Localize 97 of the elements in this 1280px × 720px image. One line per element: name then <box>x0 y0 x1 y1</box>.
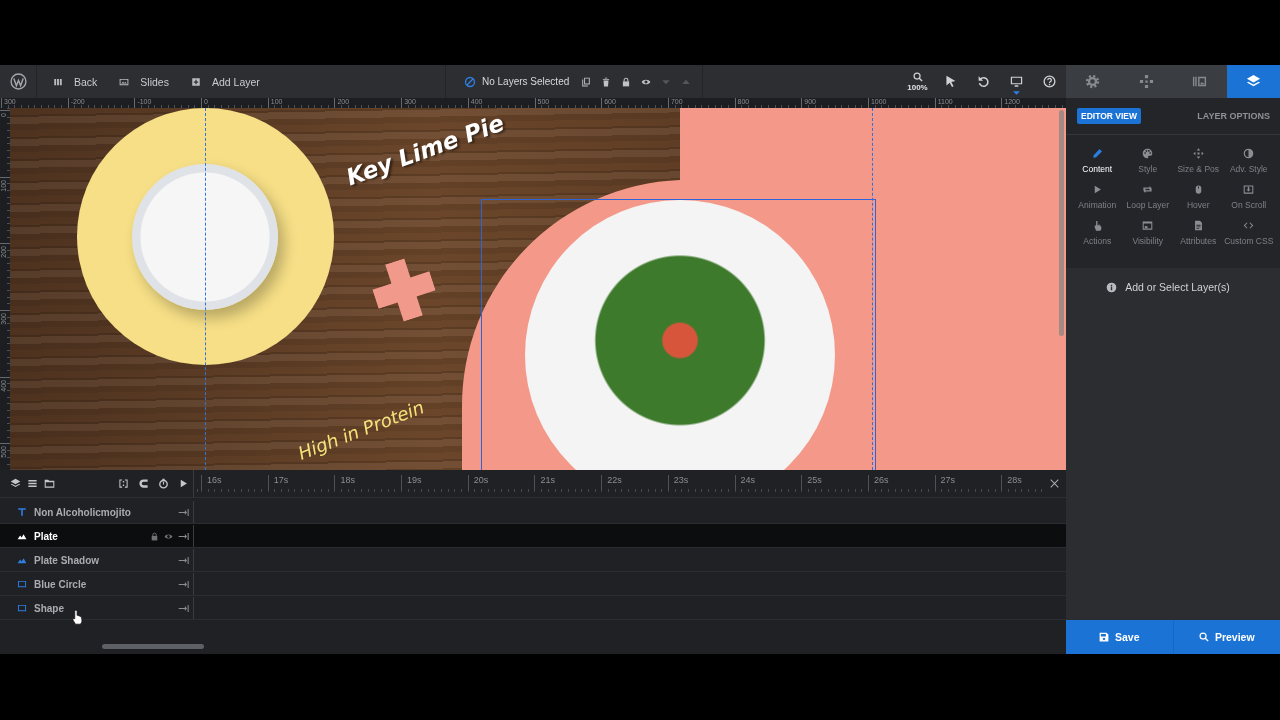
screen-icon <box>1142 220 1154 231</box>
lock-icon[interactable] <box>621 76 632 87</box>
trash-icon[interactable] <box>601 76 612 87</box>
arrow-to-bar-icon[interactable] <box>178 602 189 614</box>
scrollbar[interactable] <box>102 644 204 649</box>
code-icon <box>1243 220 1255 231</box>
layer-name: Plate <box>34 530 58 542</box>
mountain-icon <box>17 531 27 541</box>
time-label: 21s <box>540 475 555 486</box>
magnet-icon[interactable] <box>138 478 149 489</box>
time-label: 28s <box>1007 475 1022 486</box>
search-icon <box>1198 632 1209 642</box>
option-tab[interactable]: On Scroll <box>1223 184 1274 220</box>
canvas-heading: Key Lime Pie <box>342 109 508 191</box>
columns-icon <box>53 76 63 87</box>
info-icon <box>1106 281 1118 293</box>
time-label: 22s <box>607 475 622 486</box>
option-tab[interactable]: Loop Layer <box>1122 184 1173 220</box>
cross-squares-icon <box>1138 74 1154 89</box>
time-label: 25s <box>807 475 822 486</box>
option-tab[interactable]: Custom CSS <box>1223 220 1274 256</box>
save-button[interactable]: Save <box>1066 620 1173 654</box>
hint-text: Add or Select Layer(s) <box>1125 281 1230 293</box>
arrow-to-bar-icon[interactable] <box>178 506 189 518</box>
hand-cursor-icon <box>71 609 84 625</box>
time-label: 26s <box>873 475 889 486</box>
help-icon[interactable] <box>1043 75 1056 88</box>
time-label: 27s <box>940 475 956 486</box>
mountain-icon <box>17 555 27 565</box>
document-icon <box>1192 220 1204 231</box>
layer-row[interactable]: Shape <box>0 596 1066 620</box>
download-box-icon <box>1243 184 1255 195</box>
slides-button[interactable]: Slides <box>119 75 169 88</box>
close-icon[interactable] <box>1049 478 1060 489</box>
panel-title: LAYER OPTIONS <box>1197 111 1270 121</box>
caret-icon[interactable] <box>1013 91 1020 95</box>
copy-icon[interactable] <box>581 76 592 87</box>
time-label: 24s <box>740 475 755 486</box>
option-tab[interactable]: Size & Pos <box>1173 148 1224 184</box>
time-label: 20s <box>473 475 489 486</box>
list-icon[interactable] <box>27 478 38 489</box>
layer-name: Blue Circle <box>34 578 87 590</box>
panel-tab[interactable] <box>1173 65 1227 98</box>
layer-row[interactable]: Non Alcoholicmojito <box>0 500 1066 524</box>
time-label: 18s <box>340 475 355 486</box>
layer-row[interactable]: Blue Circle <box>0 572 1066 596</box>
palette-icon <box>1142 148 1154 159</box>
panel-tab[interactable] <box>1226 65 1280 98</box>
play-icon[interactable] <box>178 478 189 489</box>
scrollbar[interactable] <box>1059 110 1064 336</box>
layer-name: Plate Shadow <box>34 554 99 566</box>
preview-button[interactable]: Preview <box>1172 620 1280 654</box>
time-label: 16s <box>207 475 222 486</box>
undo-icon[interactable] <box>977 75 990 88</box>
layer-name: Non Alcoholicmojito <box>34 506 131 518</box>
pencil-icon <box>1091 148 1103 159</box>
time-label: 17s <box>273 475 289 486</box>
layers-icon[interactable] <box>10 478 21 489</box>
editor-view-toggle[interactable]: EDITOR VIEW <box>1077 108 1142 124</box>
option-tab[interactable]: Style <box>1122 148 1173 184</box>
logo-icon[interactable] <box>9 73 27 90</box>
blocked-circle-icon <box>464 75 476 88</box>
slides-icon <box>1192 74 1208 89</box>
arrow-to-bar-icon[interactable] <box>178 578 189 590</box>
image-frame-icon <box>119 76 130 87</box>
time-label: 23s <box>673 475 689 486</box>
option-tab[interactable]: Attributes <box>1173 220 1224 256</box>
stopwatch-icon[interactable] <box>158 478 169 489</box>
search-icon <box>912 71 923 82</box>
text-icon <box>17 507 27 517</box>
loop-arrows-icon <box>1142 184 1154 195</box>
option-tab[interactable]: Adv. Style <box>1223 148 1274 184</box>
add-layer-button[interactable]: Add Layer <box>190 75 260 88</box>
eye-icon[interactable] <box>164 531 173 541</box>
option-tab[interactable]: Animation <box>1072 184 1123 220</box>
lock-icon[interactable] <box>150 531 159 541</box>
selection-status: No Layers Selected <box>482 76 570 87</box>
option-tab[interactable]: Visibility <box>1122 220 1173 256</box>
cursor-arrow-icon[interactable] <box>944 75 957 88</box>
gear-icon <box>1085 74 1101 89</box>
arrow-to-bar-icon[interactable] <box>178 554 189 566</box>
folder-icon[interactable] <box>44 478 55 489</box>
layer-row[interactable]: Plate Shadow <box>0 548 1066 572</box>
move-arrows-icon <box>1192 148 1204 159</box>
option-tab[interactable]: Content <box>1072 148 1123 184</box>
panel-tab[interactable] <box>1066 65 1120 98</box>
arrow-to-bar-icon[interactable] <box>178 530 189 542</box>
layer-row[interactable]: Plate <box>0 524 1066 548</box>
monitor-icon[interactable] <box>1010 75 1023 88</box>
option-tab[interactable]: Actions <box>1072 220 1123 256</box>
layers-icon <box>1245 74 1261 89</box>
back-button[interactable]: Back <box>53 75 98 88</box>
option-tab[interactable]: Hover <box>1173 184 1224 220</box>
bracket-dots-icon[interactable] <box>118 478 129 489</box>
layer-name: Shape <box>34 602 64 614</box>
zoom-button[interactable]: 100% <box>901 65 934 98</box>
time-label: 19s <box>407 475 422 486</box>
